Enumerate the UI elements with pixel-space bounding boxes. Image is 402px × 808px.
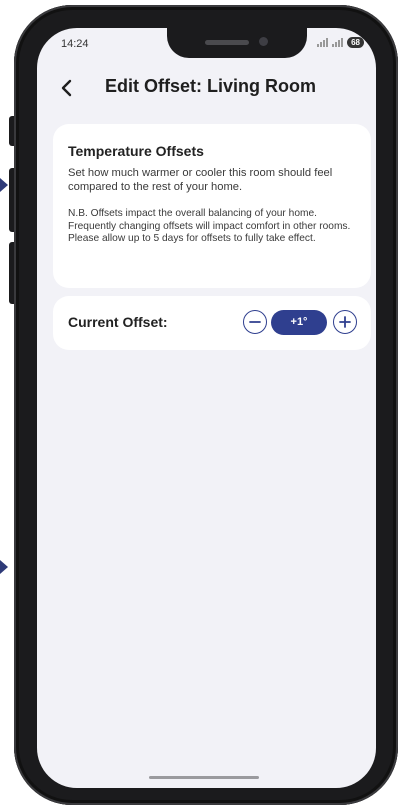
plus-icon xyxy=(339,316,351,328)
phone-screen: 14:24 68 Edit Offset: Living Room Temper… xyxy=(37,28,376,788)
signal-icon xyxy=(317,38,329,47)
temperature-offsets-card: Temperature Offsets Set how much warmer … xyxy=(53,124,371,288)
current-offset-card: Current Offset: +1° xyxy=(53,296,371,350)
status-indicators: 68 xyxy=(317,37,364,48)
battery-icon: 68 xyxy=(347,37,364,48)
stage: 14:24 68 Edit Offset: Living Room Temper… xyxy=(0,0,402,808)
back-button[interactable] xyxy=(57,76,79,100)
speaker-grille xyxy=(205,40,249,45)
signal-icon xyxy=(332,38,344,47)
offset-stepper: +1° xyxy=(243,310,359,336)
chevron-left-icon xyxy=(61,79,72,97)
current-offset-label: Current Offset: xyxy=(68,314,168,330)
status-time: 14:24 xyxy=(61,38,89,50)
home-indicator[interactable] xyxy=(149,776,259,779)
card-note: N.B. Offsets impact the overall balancin… xyxy=(68,208,351,244)
pointer-arrow-icon xyxy=(0,178,8,192)
page-title: Edit Offset: Living Room xyxy=(105,76,316,96)
pointer-arrow-icon xyxy=(0,560,8,574)
card-description: Set how much warmer or cooler this room … xyxy=(68,167,333,193)
page-header: Edit Offset: Living Room xyxy=(37,72,376,106)
dynamic-island xyxy=(167,28,307,58)
increase-offset-button[interactable] xyxy=(333,310,357,334)
minus-icon xyxy=(249,321,261,323)
offset-value: +1° xyxy=(271,310,327,335)
front-camera xyxy=(259,37,268,46)
decrease-offset-button[interactable] xyxy=(243,310,267,334)
card-title: Temperature Offsets xyxy=(68,143,204,159)
